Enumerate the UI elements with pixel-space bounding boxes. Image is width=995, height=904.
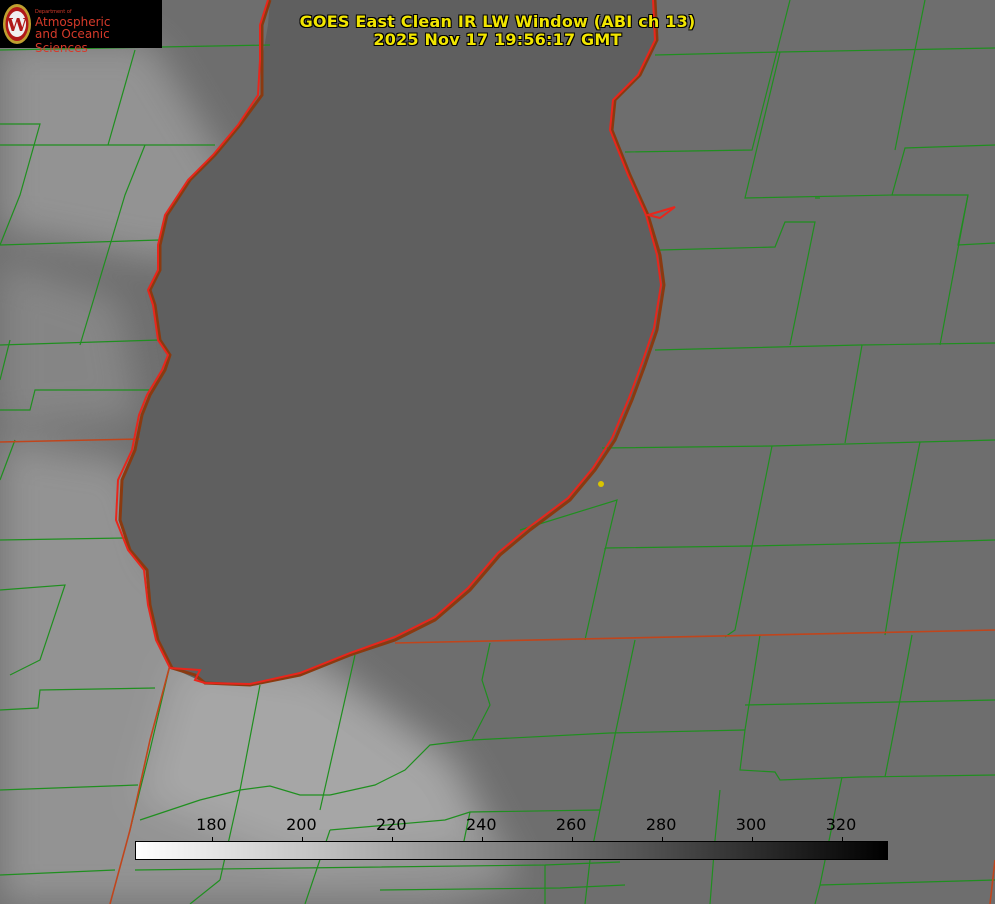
colorbar-tick-label: 320 bbox=[825, 815, 857, 834]
colorbar-tick bbox=[572, 837, 574, 842]
colorbar-tick-label: 180 bbox=[196, 815, 227, 834]
colorbar-tick bbox=[302, 837, 304, 842]
colorbar-tick bbox=[752, 837, 754, 842]
colorbar-tick-labels: 180 200 220 240 260 280 300 320 bbox=[135, 815, 887, 835]
colorbar-tick-label: 240 bbox=[465, 815, 497, 834]
colorbar-tick-label: 280 bbox=[645, 815, 677, 834]
colorbar-tick bbox=[212, 837, 214, 842]
image-title: GOES East Clean IR LW Window (ABI ch 13) bbox=[299, 12, 696, 31]
colorbar-tick-label: 200 bbox=[286, 815, 317, 834]
colorbar-tick bbox=[662, 837, 664, 842]
colorbar-tick-label: 260 bbox=[555, 815, 587, 834]
colorbar-tick bbox=[482, 837, 484, 842]
colorbar-tick-label: 220 bbox=[376, 815, 407, 834]
satellite-map bbox=[0, 0, 995, 904]
colorbar bbox=[135, 837, 888, 860]
station-marker bbox=[598, 481, 604, 487]
colorbar-tick bbox=[392, 837, 394, 842]
colorbar-tick-label: 300 bbox=[735, 815, 767, 834]
image-timestamp: 2025 Nov 17 19:56:17 GMT bbox=[373, 30, 622, 49]
colorbar-tick bbox=[842, 837, 844, 842]
